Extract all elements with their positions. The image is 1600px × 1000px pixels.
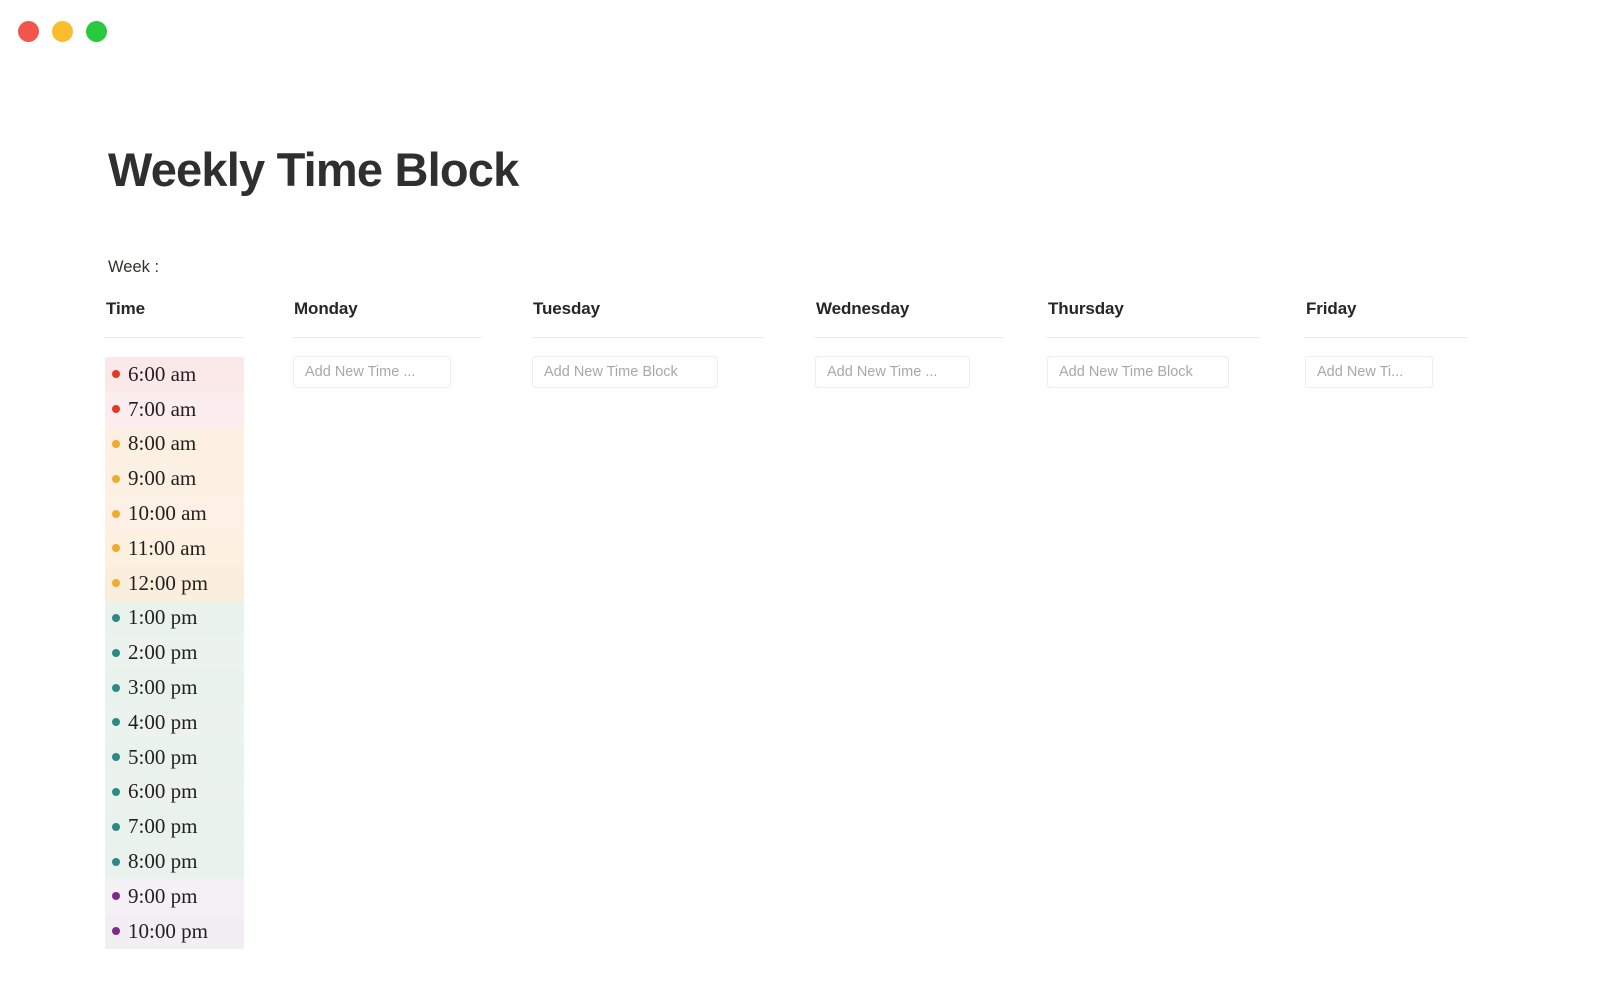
- time-slot-row[interactable]: 11:00 am: [105, 530, 244, 566]
- time-slot-label: 1:00 pm: [128, 605, 198, 630]
- time-slot-label: 10:00 am: [128, 501, 207, 526]
- time-slot-bullet-icon: [112, 857, 120, 866]
- time-slot-row[interactable]: 9:00 pm: [105, 878, 244, 914]
- add-time-block-input-thursday[interactable]: Add New Time Block: [1047, 356, 1229, 388]
- time-slot-row[interactable]: 8:00 am: [105, 426, 244, 462]
- column-monday: Monday Add New Time ...: [293, 300, 481, 388]
- time-slot-label: 2:00 pm: [128, 640, 198, 665]
- add-time-block-placeholder: Add New Ti...: [1317, 364, 1404, 380]
- time-slot-label: 8:00 pm: [128, 849, 198, 874]
- time-slot-bullet-icon: [112, 474, 120, 483]
- time-slot-row[interactable]: 10:00 am: [105, 496, 244, 531]
- time-slot-row[interactable]: 2:00 pm: [105, 635, 244, 671]
- add-time-block-placeholder: Add New Time ...: [827, 364, 938, 380]
- time-slot-bullet-icon: [112, 927, 120, 936]
- time-slot-label: 11:00 am: [128, 535, 206, 560]
- time-slot-bullet-icon: [112, 683, 120, 692]
- time-slot-label: 6:00 am: [128, 361, 197, 386]
- column-thursday: Thursday Add New Time Block: [1047, 300, 1260, 388]
- column-header-time: Time: [106, 299, 145, 318]
- time-slot-bullet-icon: [112, 370, 120, 379]
- column-divider-monday: [293, 337, 481, 338]
- time-slot-label: 10:00 pm: [128, 918, 208, 943]
- time-slot-label: 3:00 pm: [128, 675, 198, 700]
- time-slot-list: 6:00 am 7:00 am 8:00 am 9:00 am 10:00 am 11:0…: [105, 357, 244, 949]
- column-divider-thursday: [1047, 337, 1260, 338]
- time-slot-bullet-icon: [112, 613, 120, 622]
- time-slot-row[interactable]: 3:00 pm: [105, 670, 244, 705]
- add-time-block-input-monday[interactable]: Add New Time ...: [293, 356, 451, 388]
- column-header-thursday: Thursday: [1048, 299, 1124, 318]
- time-slot-bullet-icon: [112, 892, 120, 901]
- column-tuesday: Tuesday Add New Time Block: [532, 300, 764, 388]
- time-slot-label: 8:00 am: [128, 431, 197, 456]
- add-time-block-placeholder: Add New Time ...: [305, 364, 416, 380]
- add-time-block-placeholder: Add New Time Block: [1059, 364, 1193, 380]
- time-slot-row[interactable]: 7:00 am: [105, 391, 244, 427]
- time-slot-label: 7:00 pm: [128, 814, 198, 839]
- time-slot-bullet-icon: [112, 718, 120, 727]
- time-slot-row[interactable]: 12:00 pm: [105, 565, 244, 601]
- time-slot-label: 5:00 pm: [128, 744, 198, 769]
- time-slot-row[interactable]: 6:00 pm: [105, 774, 244, 810]
- time-slot-label: 6:00 pm: [128, 779, 198, 804]
- time-slot-bullet-icon: [112, 822, 120, 831]
- time-slot-bullet-icon: [112, 509, 120, 518]
- minimize-window-button[interactable]: [52, 20, 73, 42]
- add-time-block-input-friday[interactable]: Add New Ti...: [1305, 356, 1433, 388]
- time-slot-row[interactable]: 9:00 am: [105, 461, 244, 497]
- time-slot-row[interactable]: 7:00 pm: [105, 809, 244, 845]
- column-divider-wednesday: [815, 337, 1003, 338]
- column-time: Time 6:00 am 7:00 am 8:00 am 9:00 am 10:00 am…: [105, 300, 244, 949]
- column-header-friday: Friday: [1306, 299, 1357, 318]
- time-slot-row[interactable]: 4:00 pm: [105, 704, 244, 740]
- window-controls: [18, 20, 107, 42]
- add-time-block-input-wednesday[interactable]: Add New Time ...: [815, 356, 970, 388]
- column-divider-time: [105, 337, 244, 338]
- column-divider-tuesday: [532, 337, 764, 338]
- time-slot-bullet-icon: [112, 544, 120, 553]
- time-slot-label: 7:00 am: [128, 396, 197, 421]
- time-slot-label: 12:00 pm: [128, 570, 208, 595]
- week-field-label[interactable]: Week :: [108, 258, 159, 277]
- time-slot-bullet-icon: [112, 648, 120, 657]
- time-slot-bullet-icon: [112, 787, 120, 796]
- time-slot-bullet-icon: [112, 405, 120, 414]
- time-slot-row[interactable]: 5:00 pm: [105, 739, 244, 775]
- document-canvas: Weekly Time Block Week : Time 6:00 am 7:00…: [0, 62, 1600, 1000]
- add-time-block-input-tuesday[interactable]: Add New Time Block: [532, 356, 718, 388]
- time-slot-row[interactable]: 1:00 pm: [105, 600, 244, 636]
- time-slot-row[interactable]: 6:00 am: [105, 357, 244, 392]
- column-divider-friday: [1305, 337, 1467, 338]
- column-header-wednesday: Wednesday: [816, 299, 910, 318]
- window-title-bar: [0, 0, 1600, 62]
- time-slot-row[interactable]: 8:00 pm: [105, 844, 244, 879]
- weekly-time-block-table: Time 6:00 am 7:00 am 8:00 am 9:00 am 10:00 am…: [105, 300, 1505, 1000]
- add-time-block-placeholder: Add New Time Block: [544, 364, 678, 380]
- time-slot-label: 9:00 am: [128, 466, 197, 491]
- time-slot-row[interactable]: 10:00 pm: [105, 913, 244, 949]
- time-slot-bullet-icon: [112, 753, 120, 762]
- time-slot-bullet-icon: [112, 579, 120, 588]
- maximize-window-button[interactable]: [86, 20, 107, 42]
- column-wednesday: Wednesday Add New Time ...: [815, 300, 1003, 388]
- page-title: Weekly Time Block: [108, 143, 519, 196]
- column-friday: Friday Add New Ti...: [1305, 300, 1467, 388]
- close-window-button[interactable]: [18, 20, 39, 42]
- time-slot-label: 4:00 pm: [128, 709, 198, 734]
- column-header-monday: Monday: [294, 299, 358, 318]
- column-header-tuesday: Tuesday: [533, 299, 601, 318]
- time-slot-bullet-icon: [112, 439, 120, 448]
- time-slot-label: 9:00 pm: [128, 883, 198, 908]
